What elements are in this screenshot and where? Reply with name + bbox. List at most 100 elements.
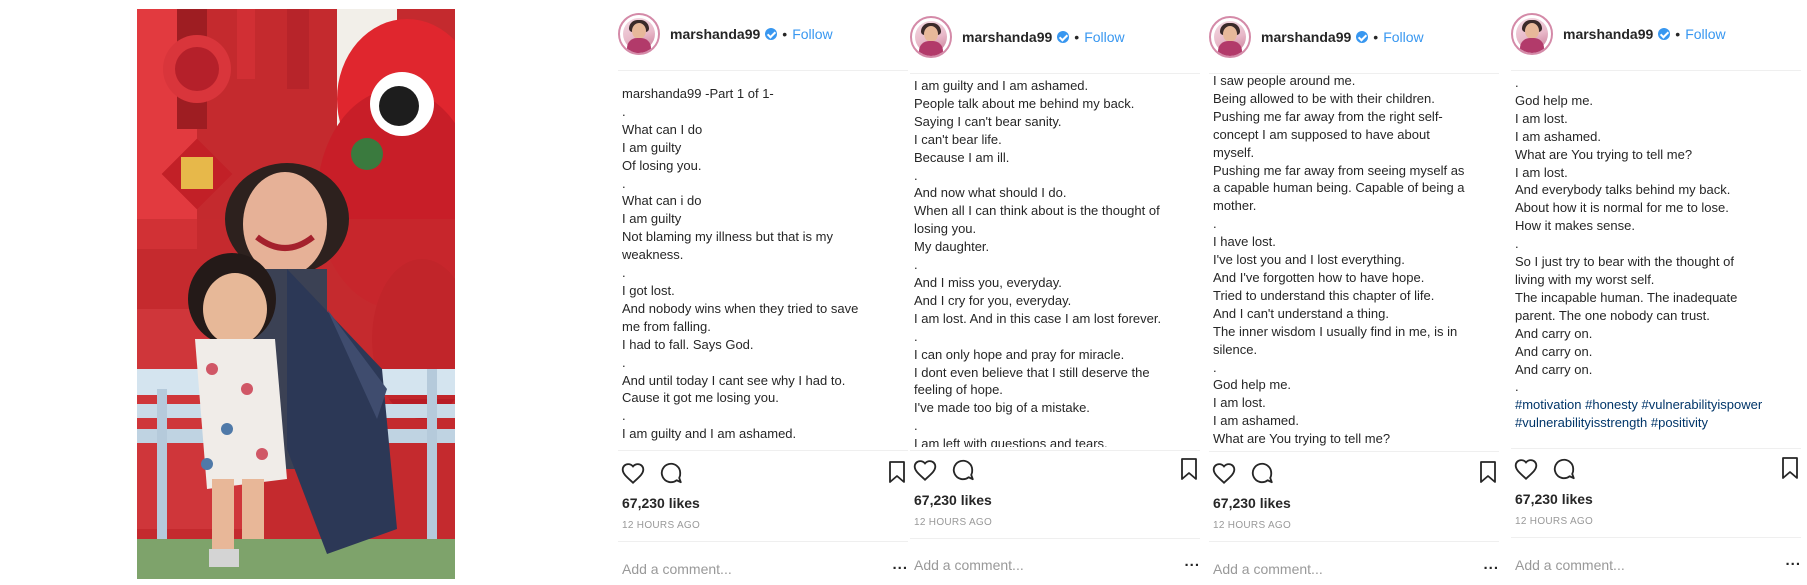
caption-line: What can I do: [622, 121, 703, 137]
bookmark-icon[interactable]: [1477, 460, 1499, 484]
caption-line: .: [622, 265, 626, 281]
follow-button[interactable]: Follow: [792, 26, 832, 42]
username[interactable]: marshanda99: [1563, 26, 1653, 42]
action-bar: [910, 457, 1200, 485]
caption-line: I am ashamed.: [1213, 413, 1299, 429]
comment-icon[interactable]: [1249, 460, 1275, 486]
likes-count[interactable]: 67,230 likes: [1515, 491, 1593, 507]
caption-line: So I just try to bear with the thought o…: [1515, 254, 1734, 270]
post-header: marshanda99 • Follow: [1511, 10, 1801, 58]
header-divider: [618, 70, 908, 71]
post-header: marshanda99 • Follow: [910, 13, 1200, 61]
caption-line: I am ashamed.: [1515, 128, 1601, 144]
comment-icon[interactable]: [950, 457, 976, 483]
caption-line: I've made too big of a mistake.: [914, 400, 1090, 416]
post-caption: I am guilty and I am ashamed. People talk…: [914, 77, 1196, 447]
caption-line: .: [914, 167, 918, 183]
separator-dot: •: [1074, 29, 1080, 45]
header-divider: [1511, 70, 1801, 71]
caption-line: And I've forgotten how to have hope.: [1213, 269, 1425, 285]
caption-line: marshanda99 -Part 1 of 1-: [622, 86, 774, 101]
username[interactable]: marshanda99: [1261, 29, 1351, 45]
caption-line: And now what should I do.: [914, 185, 1067, 201]
post-timestamp[interactable]: 12 HOURS AGO: [1213, 520, 1291, 531]
caption-line: I've lost you and I lost everything.: [1213, 252, 1405, 268]
caption-line: The incapable human. The inadequate: [1515, 289, 1738, 305]
caption-line: When all I can think about is the though…: [914, 203, 1160, 219]
post-caption: . God help me. I am lost. I am ashamed. What…: [1515, 74, 1797, 446]
comment-icon[interactable]: [658, 460, 684, 486]
hashtag-link[interactable]: #vulnerabilityisstrength: [1515, 415, 1647, 430]
post-panel-1: marshanda99 • Follow marshanda99 -Part 1…: [618, 0, 908, 585]
follow-button[interactable]: Follow: [1084, 29, 1124, 45]
username[interactable]: marshanda99: [962, 29, 1052, 45]
post-caption: I saw people around me. Being allowed to …: [1213, 72, 1495, 448]
hashtag-row: #vulnerabilityisstrength #positivity: [1515, 414, 1797, 432]
avatar[interactable]: [1511, 13, 1553, 55]
caption-line: I can't bear life.: [914, 131, 1002, 147]
caption-line: a capable human being. Capable of being …: [1213, 180, 1465, 196]
caption-line: losing you.: [914, 221, 977, 237]
likes-count[interactable]: 67,230 likes: [1213, 495, 1291, 511]
separator-dot: •: [1373, 29, 1379, 45]
bookmark-icon[interactable]: [1779, 456, 1801, 480]
hashtag-link[interactable]: #motivation: [1515, 397, 1581, 412]
caption-line: I got lost.: [622, 282, 675, 298]
follow-button[interactable]: Follow: [1383, 29, 1423, 45]
caption-line: Of losing you.: [622, 157, 702, 173]
more-options-button[interactable]: ...: [1483, 556, 1499, 573]
more-options-button[interactable]: ...: [1184, 553, 1200, 570]
hashtag-link[interactable]: #positivity: [1651, 415, 1708, 430]
heart-icon[interactable]: [1211, 460, 1237, 486]
bookmark-icon[interactable]: [886, 460, 908, 484]
caption-line: And until today I cant see why I had to.: [622, 372, 846, 388]
caption-line: .: [622, 175, 626, 191]
avatar[interactable]: [1209, 16, 1251, 58]
avatar[interactable]: [618, 13, 660, 55]
comment-input[interactable]: Add a comment...: [914, 557, 1024, 573]
more-options-button[interactable]: ...: [892, 556, 908, 573]
post-timestamp[interactable]: 12 HOURS AGO: [622, 520, 700, 531]
caption-line: .: [622, 103, 626, 119]
bookmark-icon[interactable]: [1178, 457, 1200, 481]
caption-line: feeling of hope.: [914, 382, 1003, 398]
comment-input[interactable]: Add a comment...: [1515, 557, 1625, 573]
action-bar: [1209, 460, 1499, 488]
post-timestamp[interactable]: 12 HOURS AGO: [1515, 516, 1593, 527]
caption-line: I am guilty and I am ashamed.: [914, 78, 1089, 93]
caption-line: Cause it got me losing you.: [622, 390, 779, 406]
heart-icon[interactable]: [620, 460, 646, 486]
heart-icon[interactable]: [912, 457, 938, 483]
likes-count[interactable]: 67,230 likes: [622, 495, 700, 511]
post-header: marshanda99 • Follow: [618, 10, 908, 58]
separator-dot: •: [1675, 26, 1681, 42]
caption-line: I am lost.: [1515, 110, 1568, 126]
post-panel-3: marshanda99 • Follow I saw people around…: [1209, 0, 1499, 585]
caption-divider: [1209, 451, 1499, 452]
caption-line: Because I am ill.: [914, 149, 1010, 165]
avatar[interactable]: [910, 16, 952, 58]
caption-line: And I cry for you, everyday.: [914, 292, 1072, 308]
heart-icon[interactable]: [1513, 456, 1539, 482]
comment-input[interactable]: Add a comment...: [622, 561, 732, 577]
post-panel-4: marshanda99 • Follow . God help me. I am l…: [1511, 0, 1801, 585]
hashtag-link[interactable]: #honesty: [1585, 397, 1638, 412]
caption-line: Pushing me far away from the right self-: [1213, 108, 1443, 124]
post-photo: [137, 9, 455, 579]
caption-line: I am lost.: [1515, 164, 1568, 180]
caption-line: I am lost.: [1213, 395, 1266, 411]
verified-badge-icon: [1658, 28, 1671, 40]
more-options-button[interactable]: ...: [1785, 552, 1801, 569]
follow-button[interactable]: Follow: [1685, 26, 1725, 42]
comment-divider: [618, 541, 908, 542]
hashtag-link[interactable]: #vulnerabilityispower: [1642, 397, 1763, 412]
caption-line: I dont even believe that I still deserve…: [914, 364, 1150, 380]
header-divider: [910, 73, 1200, 74]
caption-line: People talk about me behind my back.: [914, 95, 1135, 111]
likes-count[interactable]: 67,230 likes: [914, 492, 992, 508]
comment-icon[interactable]: [1551, 456, 1577, 482]
comment-input[interactable]: Add a comment...: [1213, 561, 1323, 577]
username[interactable]: marshanda99: [670, 26, 760, 42]
post-timestamp[interactable]: 12 HOURS AGO: [914, 517, 992, 528]
caption-line: And I can't understand a thing.: [1213, 305, 1389, 321]
